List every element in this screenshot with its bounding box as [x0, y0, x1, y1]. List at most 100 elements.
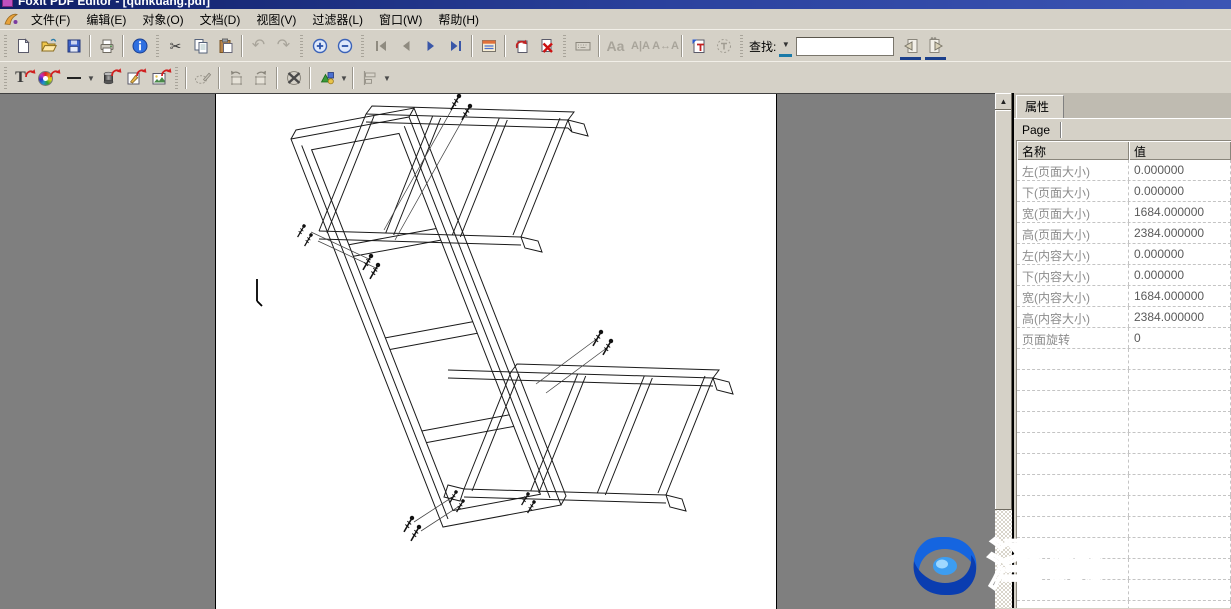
menu-item[interactable]: 对象(O) — [134, 9, 191, 30]
menu-item[interactable]: 编辑(E) — [78, 9, 134, 30]
menu-item[interactable]: 文件(F) — [23, 9, 78, 30]
property-value[interactable]: 0.000000 — [1129, 160, 1231, 180]
add-shading-button[interactable] — [96, 66, 121, 91]
property-value[interactable]: 2384.000000 — [1129, 307, 1231, 327]
property-value[interactable]: 0.000000 — [1129, 265, 1231, 285]
menu-items: 文件(F)编辑(E)对象(O)文档(D)视图(V)过滤器(L)窗口(W)帮助(H… — [23, 9, 487, 30]
properties-panel: 属性 Page 名称 值 左(页面大小) 0.000000 下(页面大小) 0.… — [1014, 93, 1231, 608]
separator — [598, 35, 600, 57]
menu-item[interactable]: 窗口(W) — [371, 9, 430, 30]
add-shapes-button[interactable] — [314, 66, 339, 91]
zoom-out-button[interactable] — [332, 34, 357, 59]
toolbar-handle[interactable] — [740, 35, 743, 57]
char-spacing-button[interactable]: A↔A — [653, 34, 678, 59]
delete-object-button[interactable] — [281, 66, 306, 91]
copy-button[interactable] — [188, 34, 213, 59]
previous-page-button[interactable] — [393, 34, 418, 59]
toolbar-handle[interactable] — [175, 67, 178, 89]
menu-item[interactable]: 过滤器(L) — [304, 9, 371, 30]
cut-button[interactable]: ✂ — [163, 34, 188, 59]
toolbar-handle[interactable] — [563, 35, 566, 57]
add-color-button[interactable] — [36, 66, 61, 91]
next-page-icon — [423, 38, 439, 54]
find-previous-icon — [902, 37, 920, 55]
page-thumbnails-button[interactable] — [476, 34, 501, 59]
property-value[interactable]: 1684.000000 — [1129, 202, 1231, 222]
insert-text-icon — [690, 37, 708, 55]
separator — [471, 35, 473, 57]
undo-button[interactable]: ↶ — [246, 34, 271, 59]
new-document-button[interactable] — [11, 34, 36, 59]
find-next-icon — [927, 37, 945, 55]
first-page-button[interactable] — [368, 34, 393, 59]
rotate-page-button[interactable] — [509, 34, 534, 59]
rotate-object-right-button[interactable] — [248, 66, 273, 91]
separator — [309, 67, 311, 89]
toolbar-handle[interactable] — [361, 35, 364, 57]
property-name: 宽(页面大小) — [1017, 202, 1129, 222]
property-name: 下(内容大小) — [1017, 265, 1129, 285]
toolbar-handle[interactable] — [300, 35, 303, 57]
keyboard-button[interactable] — [570, 34, 595, 59]
char-kerning-button[interactable]: A|A — [628, 34, 653, 59]
property-row-empty — [1017, 391, 1231, 412]
text-mode-button[interactable] — [711, 34, 736, 59]
align-objects-button[interactable] — [357, 66, 382, 91]
tab-properties[interactable]: 属性 — [1016, 95, 1064, 118]
property-row-empty — [1017, 412, 1231, 433]
find-input[interactable] — [796, 37, 894, 56]
add-shapes-dropdown[interactable]: ▼ — [339, 74, 349, 83]
toolbar-handle[interactable] — [4, 67, 7, 89]
tab-separator — [1060, 122, 1062, 138]
vertical-scrollbar[interactable]: ▲ — [995, 93, 1012, 608]
redo-button[interactable]: ↷ — [271, 34, 296, 59]
find-next-button[interactable] — [923, 34, 948, 59]
last-page-icon — [448, 38, 464, 54]
last-page-button[interactable] — [443, 34, 468, 59]
window-title: Foxit PDF Editor - [qunkuang.pdf] — [18, 0, 210, 8]
menu-item[interactable]: 视图(V) — [248, 9, 304, 30]
open-folder-button[interactable] — [36, 34, 61, 59]
print-button[interactable] — [94, 34, 119, 59]
property-row: 页面旋转 0 — [1017, 328, 1231, 349]
property-value[interactable]: 2384.000000 — [1129, 223, 1231, 243]
property-table: 名称 值 左(页面大小) 0.000000 下(页面大小) 0.000000 宽… — [1016, 140, 1231, 608]
scroll-up-button[interactable]: ▲ — [995, 93, 1012, 110]
toolbar-main: ✂ ↶ ↷ — [0, 29, 1231, 63]
scrollbar-thumb[interactable] — [995, 110, 1012, 510]
property-value[interactable]: 1684.000000 — [1129, 286, 1231, 306]
paste-button[interactable] — [213, 34, 238, 59]
menu-item[interactable]: 帮助(H) — [430, 9, 487, 30]
find-dropdown-button[interactable]: ▼ — [779, 36, 792, 57]
document-canvas[interactable] — [0, 93, 995, 609]
info-button[interactable] — [127, 34, 152, 59]
align-objects-dropdown[interactable]: ▼ — [382, 74, 392, 83]
toolbar-handle[interactable] — [4, 35, 7, 57]
property-row-empty — [1017, 538, 1231, 559]
pdf-page[interactable] — [215, 94, 777, 609]
find-previous-button[interactable] — [898, 34, 923, 59]
rotate-object-left-button[interactable] — [223, 66, 248, 91]
select-pen-button[interactable] — [190, 66, 215, 91]
property-value[interactable]: 0.000000 — [1129, 181, 1231, 201]
font-size-button[interactable]: Aa — [603, 34, 628, 59]
char-spacing-icon: A↔A — [652, 41, 679, 52]
tab-page[interactable]: Page — [1014, 119, 1060, 141]
toolbar-handle[interactable] — [156, 35, 159, 57]
add-text-button[interactable]: T — [11, 66, 36, 91]
line-style-dropdown[interactable]: ▼ — [86, 74, 96, 83]
zoom-in-button[interactable] — [307, 34, 332, 59]
property-row: 高(页面大小) 2384.000000 — [1017, 223, 1231, 244]
insert-text-button[interactable] — [686, 34, 711, 59]
menu-item[interactable]: 文档(D) — [192, 9, 249, 30]
edit-image-button[interactable] — [121, 66, 146, 91]
delete-page-button[interactable] — [534, 34, 559, 59]
line-style-button[interactable] — [61, 66, 86, 91]
separator — [122, 35, 124, 57]
text-mode-icon — [715, 37, 733, 55]
save-button[interactable] — [61, 34, 86, 59]
next-page-button[interactable] — [418, 34, 443, 59]
add-image-button[interactable] — [146, 66, 171, 91]
property-value[interactable]: 0.000000 — [1129, 244, 1231, 264]
property-value[interactable]: 0 — [1129, 328, 1231, 348]
